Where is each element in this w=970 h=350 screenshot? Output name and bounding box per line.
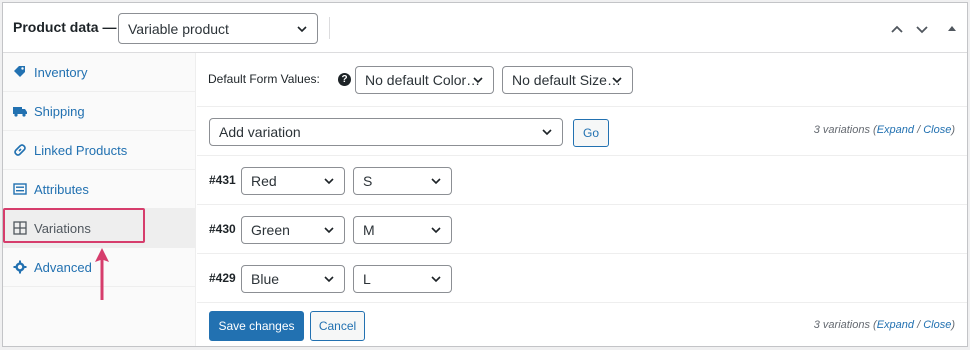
expand-link[interactable]: Expand	[877, 319, 914, 331]
variation-size-select[interactable]: S	[353, 167, 452, 195]
chevron-down-icon	[431, 276, 441, 283]
variation-color-value: Green	[251, 222, 290, 238]
chevron-down-icon	[473, 77, 483, 84]
expand-link[interactable]: Expand	[877, 124, 914, 136]
default-form-values-label: Default Form Values:	[208, 72, 320, 86]
chevron-down-icon	[297, 25, 307, 32]
count-suffix-text: )	[951, 319, 955, 331]
chevron-down-icon	[612, 77, 622, 84]
variation-id: #431	[209, 173, 236, 187]
move-up-icon[interactable]	[889, 21, 905, 37]
collapse-toggle-icon[interactable]	[944, 21, 960, 37]
variation-id: #430	[209, 222, 236, 236]
tab-inventory[interactable]: Inventory	[3, 53, 196, 92]
truck-icon	[13, 107, 27, 117]
variation-size-select[interactable]: M	[353, 216, 452, 244]
chevron-down-icon	[324, 276, 334, 283]
chevron-down-icon	[542, 129, 552, 136]
variations-count-text: 3 variations (	[813, 124, 877, 136]
help-icon[interactable]: ?	[338, 73, 351, 86]
variations-count-top: 3 variations (Expand / Close)	[814, 124, 955, 136]
product-type-value: Variable product	[128, 20, 229, 37]
variations-count-bottom: 3 variations (Expand / Close)	[814, 319, 955, 331]
pointer-arrow-icon	[95, 248, 109, 300]
variation-color-select[interactable]: Red	[241, 167, 345, 195]
tab-shipping[interactable]: Shipping	[3, 92, 196, 131]
move-down-icon[interactable]	[914, 21, 930, 37]
panel-title: Product data —	[13, 19, 117, 35]
variation-size-value: M	[363, 222, 375, 238]
tab-linked-products[interactable]: Linked Products	[3, 131, 196, 170]
chevron-down-icon	[324, 227, 334, 234]
chevron-down-icon	[431, 178, 441, 185]
tab-linked-products-label: Linked Products	[34, 142, 128, 158]
variation-size-value: S	[363, 173, 373, 189]
default-size-value: No default Size…	[512, 72, 621, 88]
product-data-panel: Product data — Variable product Inventor…	[2, 2, 968, 347]
tab-attributes[interactable]: Attributes	[3, 170, 196, 209]
tab-shipping-label: Shipping	[34, 103, 85, 119]
variations-footer: Save changes Cancel 3 variations (Expand…	[197, 303, 967, 346]
tab-inventory-label: Inventory	[34, 64, 88, 80]
cancel-button[interactable]: Cancel	[310, 311, 365, 341]
tab-advanced-label: Advanced	[34, 259, 92, 275]
link-icon	[14, 144, 26, 156]
go-button[interactable]: Go	[573, 119, 609, 147]
default-form-values-row: Default Form Values: ? No default Color……	[197, 53, 967, 107]
gear-icon	[13, 260, 27, 274]
list-icon	[13, 183, 27, 195]
variations-tab-highlight	[3, 208, 145, 243]
chevron-down-icon	[324, 178, 334, 185]
variation-size-select[interactable]: L	[353, 265, 452, 293]
add-variation-value: Add variation	[219, 124, 301, 140]
default-size-select[interactable]: No default Size…	[502, 66, 633, 94]
save-changes-button[interactable]: Save changes	[209, 311, 304, 341]
add-variation-row: Add variation Go 3 variations (Expand / …	[197, 107, 967, 156]
variation-row[interactable]: #430 Green M	[197, 205, 967, 254]
default-color-value: No default Color…	[365, 72, 481, 88]
add-variation-select[interactable]: Add variation	[209, 118, 563, 146]
variation-row[interactable]: #429 Blue L	[197, 254, 967, 303]
variations-count-text: 3 variations (	[813, 319, 877, 331]
product-data-tabs: Inventory Shipping Linked Products Attri…	[3, 53, 196, 346]
separator-text: /	[914, 319, 924, 331]
variation-color-select[interactable]: Green	[241, 216, 345, 244]
variation-color-value: Blue	[251, 271, 280, 287]
variations-panel: Default Form Values: ? No default Color……	[197, 53, 967, 346]
variation-color-select[interactable]: Blue	[241, 265, 345, 293]
variation-row[interactable]: #431 Red S	[197, 156, 967, 205]
panel-header: Product data — Variable product	[3, 3, 967, 53]
variation-id: #429	[209, 271, 236, 285]
tab-attributes-label: Attributes	[34, 181, 89, 197]
chevron-down-icon	[431, 227, 441, 234]
count-suffix-text: )	[951, 124, 955, 136]
variation-color-value: Red	[251, 173, 277, 189]
separator-text: /	[914, 124, 924, 136]
tag-icon	[14, 66, 25, 77]
close-link[interactable]: Close	[923, 319, 951, 331]
default-color-select[interactable]: No default Color…	[355, 66, 494, 94]
header-divider	[329, 17, 330, 39]
variation-size-value: L	[363, 271, 371, 287]
close-link[interactable]: Close	[923, 124, 951, 136]
product-type-select[interactable]: Variable product	[118, 13, 318, 44]
